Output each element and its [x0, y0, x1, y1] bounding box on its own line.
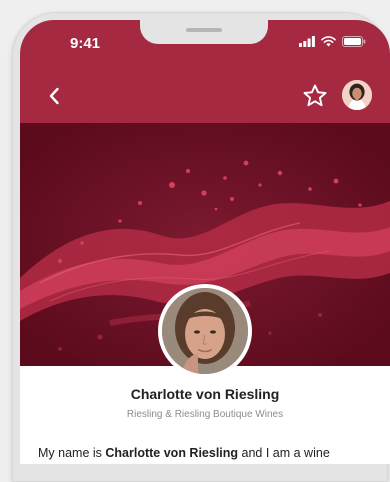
wifi-icon: [321, 36, 336, 47]
bio-name: Charlotte von Riesling: [105, 446, 239, 460]
profile-photo: [162, 288, 248, 374]
screen: 9:41 Charlotte von Riesling Riesling & R…: [20, 20, 390, 464]
app-header: 9:41: [20, 20, 390, 123]
back-button[interactable]: [42, 84, 66, 108]
speaker-grille: [186, 28, 222, 32]
signal-icon: [299, 36, 315, 47]
profile-subtitle: Riesling & Riesling Boutique Wines: [126, 409, 284, 420]
star-outline-icon[interactable]: [302, 83, 328, 109]
user-avatar[interactable]: [342, 80, 372, 110]
bio-prefix: My name is: [38, 446, 106, 460]
chevron-left-icon: [49, 87, 59, 105]
device-notch: [140, 20, 268, 44]
status-icons: [299, 36, 366, 47]
profile-avatar: [158, 284, 252, 378]
battery-icon: [342, 36, 366, 47]
bio-suffix: and I am a wine: [238, 446, 330, 460]
user-avatar-image: [342, 80, 372, 110]
profile-name: Charlotte von Riesling: [130, 386, 280, 402]
bio-text: My name is Charlotte von Riesling and I …: [38, 446, 378, 460]
status-time: 9:41: [70, 35, 101, 52]
